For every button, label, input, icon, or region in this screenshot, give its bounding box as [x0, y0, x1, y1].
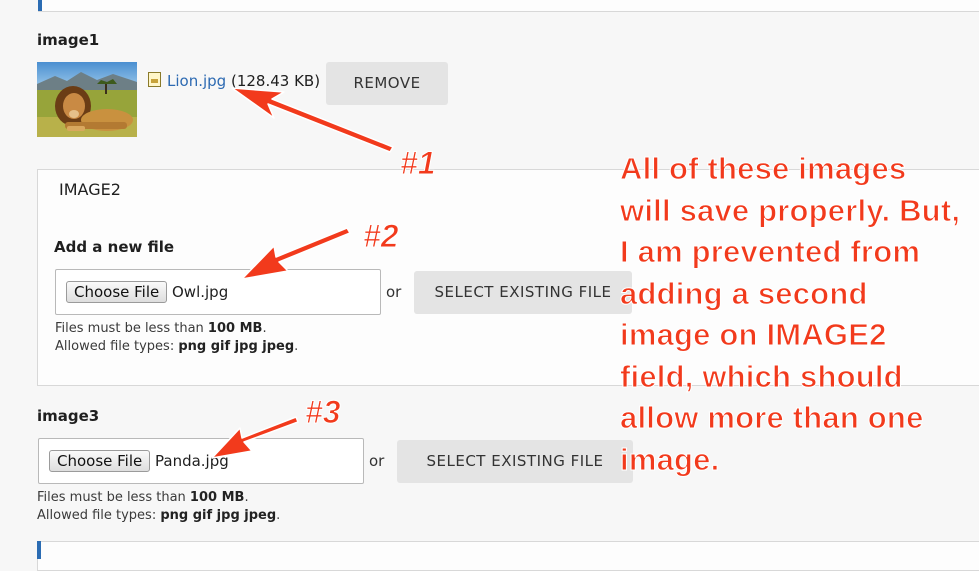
annotation-number-3: #3	[305, 394, 342, 431]
annotation-line: allow more than one	[620, 400, 924, 436]
image2-file-input[interactable]: Choose File Owl.jpg	[55, 269, 381, 315]
image2-chosen-file-name: Owl.jpg	[172, 283, 229, 301]
annotation-line: image.	[620, 441, 720, 477]
image1-file-line: Lion.jpg (128.43 KB)	[148, 72, 320, 90]
next-field-accent	[37, 541, 41, 559]
annotation-explanation: All of these images will save properly. …	[620, 148, 975, 480]
annotation-line: I am prevented from	[620, 234, 921, 270]
image3-size-limit: Files must be less than 100 MB.	[37, 490, 249, 505]
lion-file-size: (128.43 KB)	[230, 72, 321, 90]
image2-select-existing-file-button[interactable]: SELECT EXISTING FILE	[414, 271, 632, 314]
image2-or-text: or	[386, 283, 402, 301]
image3-allowed-types: Allowed file types: png gif jpg jpeg.	[37, 508, 281, 523]
image2-choose-file-button[interactable]: Choose File	[66, 281, 168, 303]
annotation-number-1: #1	[400, 145, 437, 182]
annotation-line: adding a second	[620, 275, 868, 311]
image3-chosen-file-name: Panda.jpg	[155, 452, 229, 470]
lion-file-link[interactable]: Lion.jpg	[167, 72, 226, 90]
next-field-container	[37, 541, 979, 571]
image2-allowed-types: Allowed file types: png gif jpg jpeg.	[55, 339, 299, 354]
image2-help-text: Files must be less than 100 MB. Allowed …	[55, 320, 298, 356]
image1-label: image1	[37, 31, 100, 49]
image-file-icon	[148, 72, 161, 87]
image2-legend: IMAGE2	[59, 180, 121, 199]
annotation-number-2: #2	[363, 218, 400, 255]
image3-file-input[interactable]: Choose File Panda.jpg	[38, 438, 364, 484]
lion-thumbnail	[37, 62, 137, 137]
remove-button[interactable]: REMOVE	[326, 62, 448, 105]
image3-help-text: Files must be less than 100 MB. Allowed …	[37, 489, 280, 525]
add-new-file-label: Add a new file	[54, 238, 175, 256]
image2-size-limit: Files must be less than 100 MB.	[55, 321, 267, 336]
previous-field-container	[38, 0, 979, 12]
image3-choose-file-button[interactable]: Choose File	[49, 450, 151, 472]
annotation-line: image on IMAGE2	[620, 317, 887, 353]
image3-select-existing-file-button[interactable]: SELECT EXISTING FILE	[397, 440, 633, 483]
previous-field-accent	[38, 0, 42, 11]
image3-or-text: or	[369, 452, 385, 470]
image3-label: image3	[37, 407, 100, 425]
annotation-line: All of these images	[620, 151, 907, 187]
annotation-line: field, which should	[620, 358, 904, 394]
annotation-line: will save properly. But,	[620, 192, 961, 228]
